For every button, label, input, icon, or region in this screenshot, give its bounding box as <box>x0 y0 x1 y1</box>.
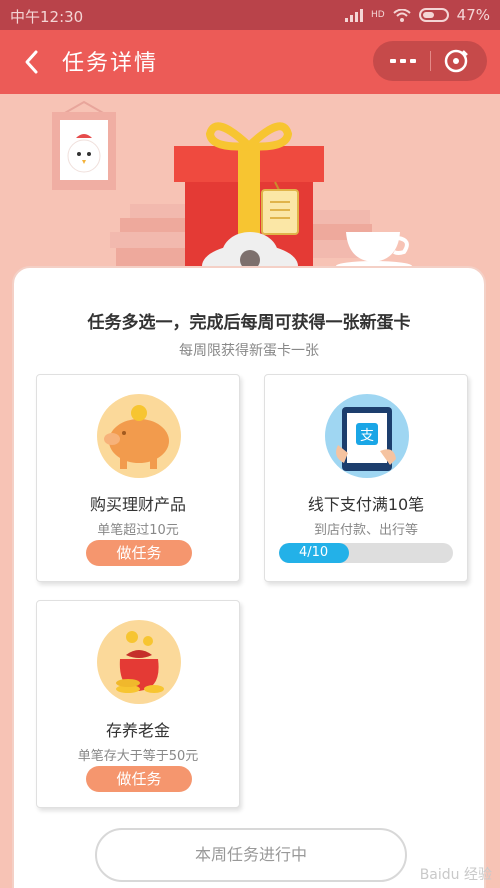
battery-icon <box>418 8 449 22</box>
progress-text: 4/10 <box>299 545 329 560</box>
status-bar: 中午12:30 HD 47% <box>0 0 500 30</box>
svg-text:支: 支 <box>360 428 374 444</box>
chicken-frame-icon <box>52 100 116 190</box>
task-desc: 单笔超过10元 <box>97 523 179 538</box>
status-icons: HD 47% <box>344 6 490 24</box>
do-task-button[interactable]: 做任务 <box>86 540 192 566</box>
signal-icon <box>344 8 363 22</box>
panel-title: 任务多选一，完成后每周可获得一张新蛋卡 <box>87 313 411 333</box>
more-dots-icon <box>390 59 396 63</box>
watermark: Baidu 经验 <box>419 867 492 883</box>
nav-bar: 任务详情 <box>0 30 500 94</box>
network-type: HD <box>370 10 385 20</box>
task-panel: 任务多选一，完成后每周可获得一张新蛋卡 每周限获得新蛋卡一张 购买理财产品 单笔… <box>12 266 486 888</box>
status-time: 中午12:30 <box>10 8 84 26</box>
mini-program-capsule <box>373 41 487 81</box>
capsule-divider <box>430 51 431 71</box>
page-title: 任务详情 <box>62 51 159 76</box>
money-bag-icon <box>97 620 181 704</box>
battery-percent: 47% <box>456 6 490 24</box>
task-desc: 到店付款、出行等 <box>313 523 418 538</box>
task-card-wealth[interactable]: 购买理财产品 单笔超过10元 做任务 <box>36 374 240 582</box>
piggy-bank-icon <box>97 394 181 478</box>
task-name: 线下支付满10笔 <box>307 495 425 514</box>
alipay-tablet-icon: 支 <box>325 394 409 478</box>
back-button[interactable] <box>18 44 48 80</box>
do-task-button[interactable]: 做任务 <box>86 766 192 792</box>
close-button[interactable] <box>441 47 471 75</box>
task-name: 购买理财产品 <box>89 495 186 514</box>
task-card-pension[interactable]: 存养老金 单笔存大于等于50元 做任务 <box>36 600 240 808</box>
dot <box>400 59 406 63</box>
task-card-offline-pay[interactable]: 支 线下支付满10笔 到店付款、出行等 4/10 <box>264 374 468 582</box>
task-desc: 单笔存大于等于50元 <box>77 749 199 764</box>
wifi-icon <box>392 8 411 22</box>
progress-bar: 4/10 <box>279 543 453 563</box>
hero-illustration <box>52 100 412 274</box>
chevron-left-icon <box>25 50 38 74</box>
task-name: 存养老金 <box>105 721 170 740</box>
panel-subtitle: 每周限获得新蛋卡一张 <box>179 343 319 359</box>
weekly-status-button[interactable]: 本周任务进行中 <box>95 828 407 882</box>
dot <box>410 59 416 63</box>
more-button[interactable] <box>385 49 421 73</box>
close-circle-icon <box>444 49 468 73</box>
